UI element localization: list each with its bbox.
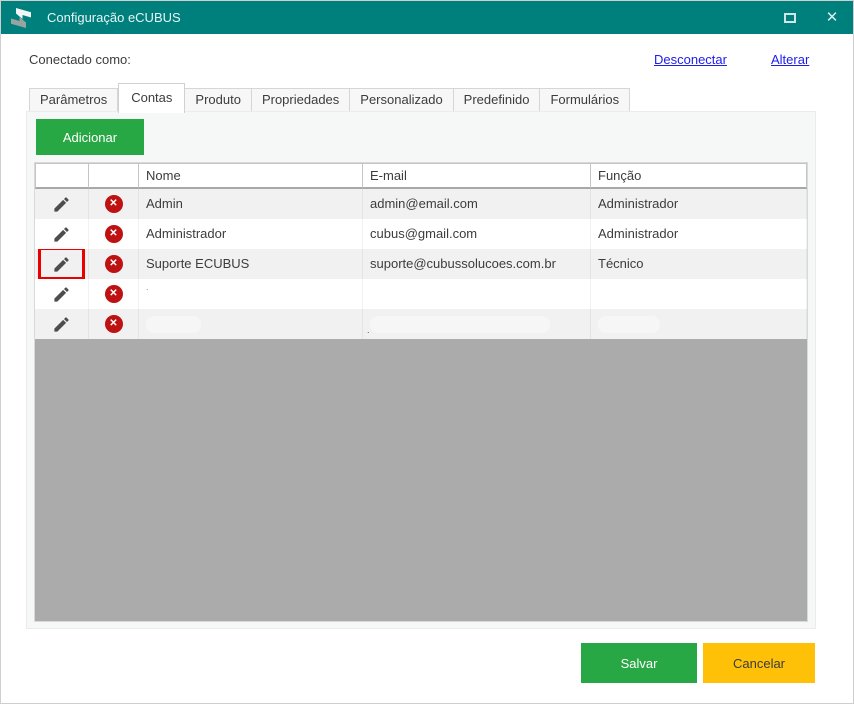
- pencil-icon: [52, 285, 71, 304]
- delete-row-button[interactable]: ✕: [89, 219, 139, 249]
- account-row[interactable]: ✕ Administradorcubus@gmail.comAdministrad…: [35, 219, 807, 249]
- redacted-text: [370, 316, 550, 333]
- account-row[interactable]: ✕.: [35, 309, 807, 339]
- window-title: Configuração eCUBUS: [47, 10, 181, 25]
- add-button[interactable]: Adicionar: [36, 119, 144, 155]
- delete-row-button[interactable]: ✕: [89, 189, 139, 219]
- config-window: Configuração eCUBUS ✕ Conectado como: De…: [0, 0, 854, 704]
- delete-row-button[interactable]: ✕: [89, 309, 139, 339]
- close-button[interactable]: ✕: [811, 1, 853, 34]
- edit-row-button[interactable]: [35, 189, 89, 219]
- tab-parâmetros[interactable]: Parâmetros: [29, 88, 118, 112]
- column-header-delete: [89, 163, 139, 188]
- cell-nome: Suporte ECUBUS: [139, 249, 363, 279]
- cell-nome: .: [139, 279, 363, 309]
- cell-funcao: Administrador: [591, 219, 807, 249]
- cell-nome: Administrador: [139, 219, 363, 249]
- pencil-icon: [52, 195, 71, 214]
- tab-bar: ParâmetrosContasProdutoPropriedadesPerso…: [29, 82, 630, 112]
- grid-header-row: Nome E-mail Função: [35, 163, 807, 189]
- cell-nome: [139, 309, 363, 339]
- tab-personalizado[interactable]: Personalizado: [350, 88, 453, 112]
- disconnect-link[interactable]: Desconectar: [654, 52, 727, 67]
- app-logo-icon: [9, 7, 33, 29]
- account-row[interactable]: ✕ Adminadmin@email.comAdministrador: [35, 189, 807, 219]
- cell-email: suporte@cubussolucoes.com.br: [363, 249, 591, 279]
- tab-propriedades[interactable]: Propriedades: [252, 88, 350, 112]
- delete-row-button[interactable]: ✕: [89, 279, 139, 309]
- column-header-nome: Nome: [139, 163, 363, 188]
- tab-contas[interactable]: Contas: [118, 83, 185, 113]
- cell-funcao: Técnico: [591, 249, 807, 279]
- maximize-icon: [784, 13, 796, 23]
- grid-body: ✕ Adminadmin@email.comAdministrador ✕ Admin…: [35, 189, 807, 339]
- cell-email: [363, 279, 591, 309]
- title-bar: Configuração eCUBUS ✕: [1, 1, 853, 34]
- edit-row-button[interactable]: [35, 249, 89, 279]
- close-icon: ✕: [826, 10, 839, 25]
- tab-produto[interactable]: Produto: [185, 88, 252, 112]
- account-row[interactable]: ✕.: [35, 279, 807, 309]
- cell-funcao: [591, 279, 807, 309]
- account-row[interactable]: ✕ Suporte ECUBUSsuporte@cubussolucoes.com…: [35, 249, 807, 279]
- cell-email: cubus@gmail.com: [363, 219, 591, 249]
- pencil-icon: [52, 315, 71, 334]
- cell-email: admin@email.com: [363, 189, 591, 219]
- edit-row-button[interactable]: [35, 219, 89, 249]
- delete-row-button[interactable]: ✕: [89, 249, 139, 279]
- cell-email: .: [363, 309, 591, 339]
- edit-row-button[interactable]: [35, 309, 89, 339]
- redacted-text: [146, 316, 201, 333]
- delete-circle-x-icon: ✕: [105, 195, 123, 213]
- delete-circle-x-icon: ✕: [105, 255, 123, 273]
- column-header-edit: [35, 163, 89, 188]
- tab-formulários[interactable]: Formulários: [540, 88, 630, 112]
- maximize-button[interactable]: [769, 1, 811, 34]
- redacted-text: [598, 316, 660, 333]
- cancel-button[interactable]: Cancelar: [703, 643, 815, 683]
- save-button[interactable]: Salvar: [581, 643, 697, 683]
- tab-predefinido[interactable]: Predefinido: [454, 88, 541, 112]
- contas-tab-panel: Adicionar Nome E-mail Função ✕ Adminadmin…: [26, 111, 816, 629]
- pencil-icon: [52, 225, 71, 244]
- cell-nome: Admin: [139, 189, 363, 219]
- cell-funcao: [591, 309, 807, 339]
- accounts-grid: Nome E-mail Função ✕ Adminadmin@email.com…: [34, 162, 808, 622]
- stray-mark: .: [146, 283, 149, 292]
- delete-circle-x-icon: ✕: [105, 225, 123, 243]
- cell-funcao: Administrador: [591, 189, 807, 219]
- connected-as-label: Conectado como:: [29, 52, 131, 67]
- delete-circle-x-icon: ✕: [105, 285, 123, 303]
- stray-mark: .: [367, 326, 370, 335]
- edit-row-button[interactable]: [35, 279, 89, 309]
- column-header-email: E-mail: [363, 163, 591, 188]
- delete-circle-x-icon: ✕: [105, 315, 123, 333]
- column-header-funcao: Função: [591, 163, 807, 188]
- pencil-icon: [52, 255, 71, 274]
- change-link[interactable]: Alterar: [771, 52, 809, 67]
